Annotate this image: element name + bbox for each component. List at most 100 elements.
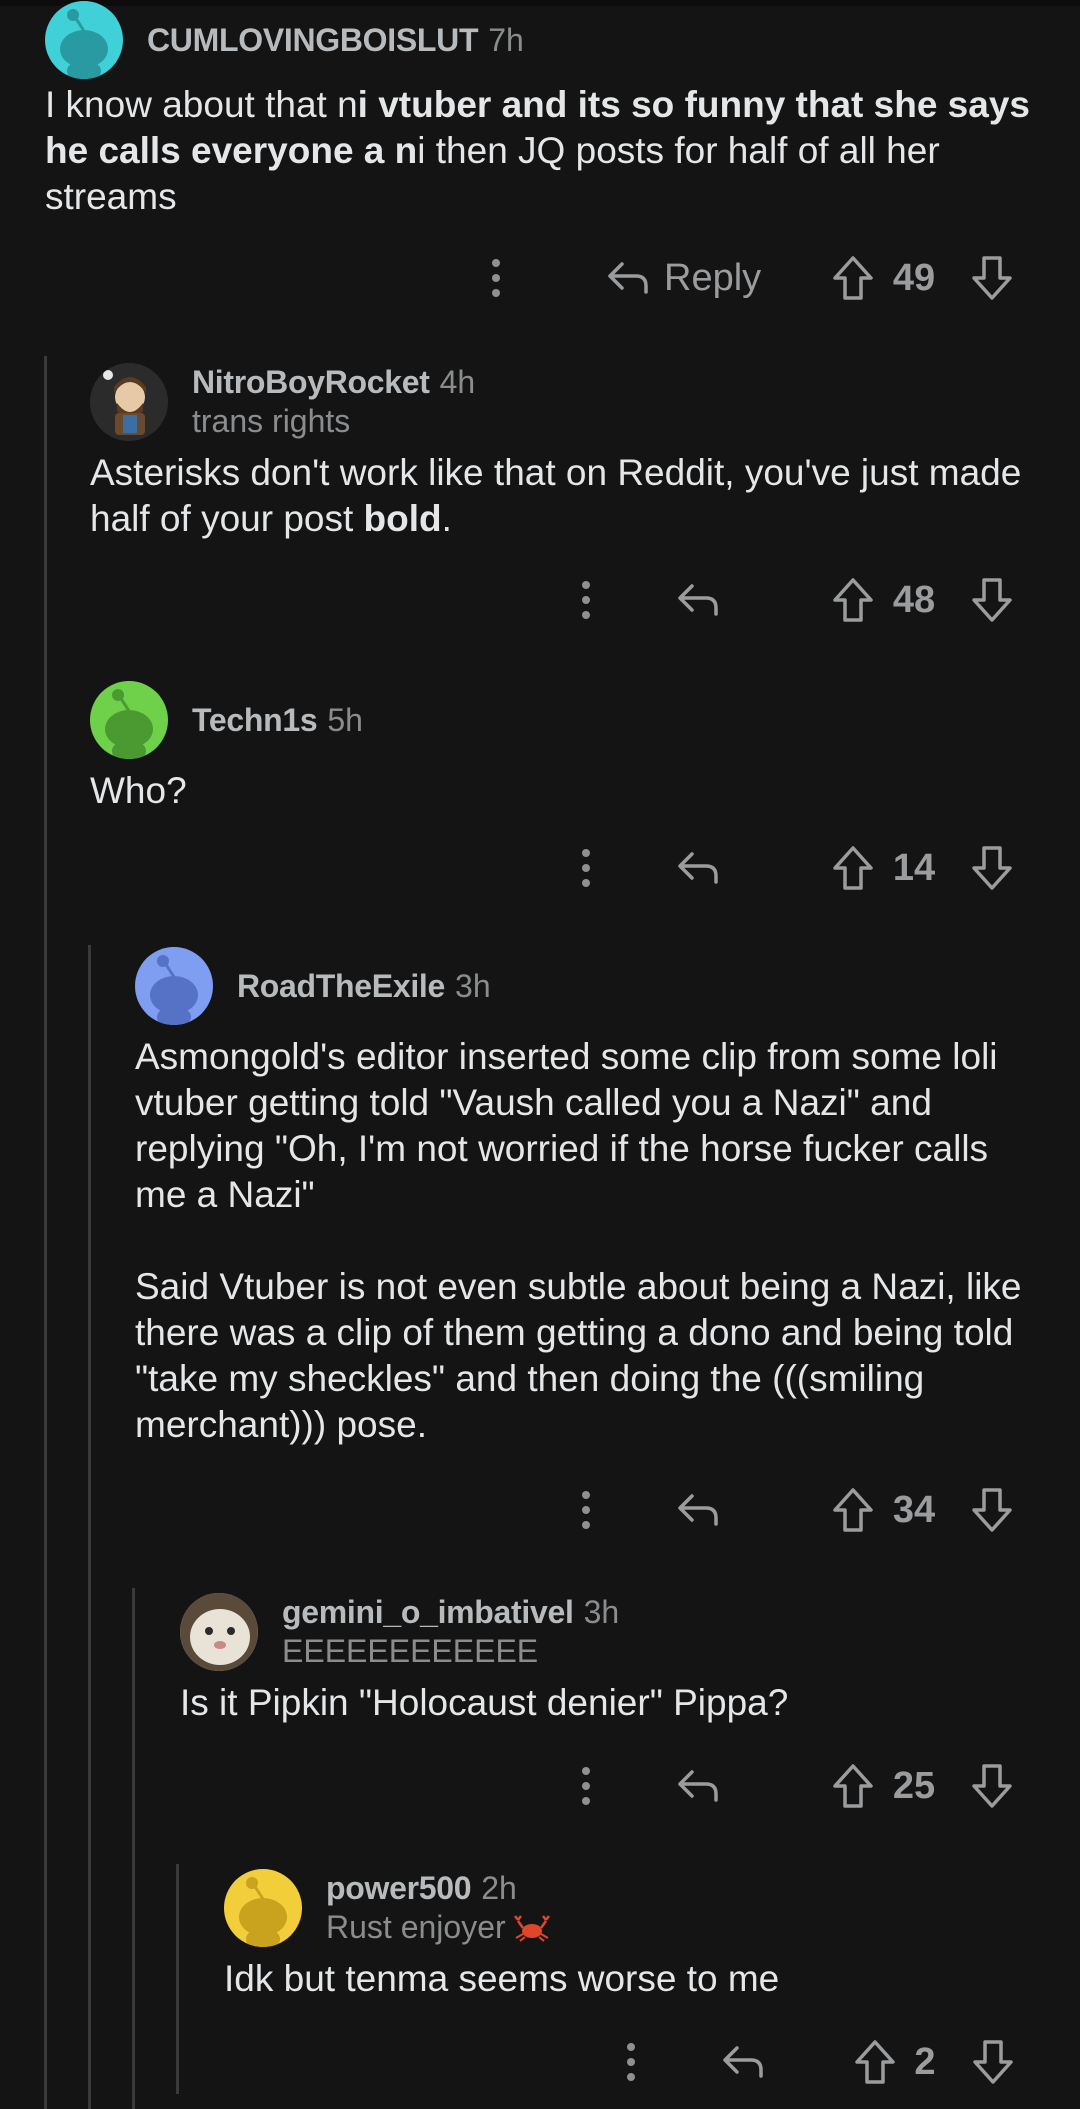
more-options-icon[interactable]	[566, 838, 606, 898]
more-options-icon[interactable]	[611, 2032, 651, 2092]
comment-age: 7h	[488, 21, 524, 58]
upvote-button[interactable]	[831, 845, 875, 891]
upvote-icon	[833, 578, 873, 622]
upvote-button[interactable]	[831, 1763, 875, 1809]
upvote-icon	[833, 1488, 873, 1532]
username[interactable]: NitroBoyRocket	[192, 364, 430, 401]
vote-score: 34	[892, 1488, 936, 1531]
reply-arrow-icon	[608, 262, 648, 294]
comment-age: 3h	[583, 1594, 620, 1630]
reply-arrow-icon	[678, 1770, 718, 1802]
comment-actions: 2	[611, 2032, 1036, 2092]
reply-button[interactable]	[721, 2044, 765, 2080]
downvote-icon	[972, 846, 1012, 890]
user-flair: Rust enjoyer	[326, 1909, 552, 1946]
upvote-icon	[833, 846, 873, 890]
vote-score: 25	[892, 1764, 936, 1807]
comment: CUMLOVINGBOISLUT 7h I know about that ni…	[45, 0, 1036, 320]
reply-button[interactable]	[676, 850, 720, 886]
snoo-avatar-icon	[105, 689, 153, 759]
comment-age: 4h	[439, 364, 476, 400]
downvote-icon	[972, 1764, 1012, 1808]
snoo-avatar-icon	[150, 955, 198, 1025]
upvote-button[interactable]	[831, 255, 875, 301]
vote-score: 14	[892, 846, 936, 889]
comment-age: 5h	[327, 701, 363, 738]
thread-line-level-1[interactable]	[44, 356, 47, 2109]
crab-icon	[513, 1914, 550, 1942]
downvote-button[interactable]	[970, 577, 1014, 623]
upvote-button[interactable]	[831, 577, 875, 623]
more-options-icon[interactable]	[566, 1480, 606, 1540]
username[interactable]: RoadTheExile	[237, 968, 445, 1005]
downvote-icon	[972, 1488, 1012, 1532]
vote-score: 2	[914, 2040, 936, 2083]
snoo-avatar-icon	[60, 9, 108, 79]
user-flair: EEEEEEEEEEEE	[282, 1633, 539, 1669]
comment-age: 3h	[455, 967, 491, 1004]
reply-arrow-icon	[678, 852, 718, 884]
comment-age: 2h	[481, 1870, 517, 1906]
reply-button[interactable]: Reply	[606, 257, 761, 300]
comment: power500 2h Rust enjoyer Idk but tenma s…	[224, 1868, 1036, 2109]
avatar[interactable]	[224, 1869, 302, 1947]
comment-body: Asterisks don't work like that on Reddit…	[90, 452, 1022, 539]
upvote-button[interactable]	[831, 1487, 875, 1533]
user-flair: trans rights	[192, 403, 351, 439]
reply-arrow-icon	[723, 2046, 763, 2078]
comment-body: Idk but tenma seems worse to me	[224, 1958, 780, 1999]
downvote-icon	[972, 256, 1012, 300]
comment-body: Asmongold's editor inserted some clip fr…	[135, 1034, 1036, 1448]
comment: gemini_o_imbativel 3h EEEEEEEEEEEE Is it…	[180, 1592, 1036, 1832]
downvote-button[interactable]	[970, 255, 1014, 301]
comment: NitroBoyRocket 4h trans rights Asterisks…	[90, 362, 1036, 642]
username[interactable]: power500	[326, 1870, 472, 1907]
username[interactable]: CUMLOVINGBOISLUT	[147, 22, 478, 59]
avatar[interactable]	[180, 1593, 258, 1671]
vote-score: 49	[892, 256, 936, 299]
reply-arrow-icon	[678, 1494, 718, 1526]
avatar[interactable]	[90, 363, 168, 441]
comment-paragraph: Asmongold's editor inserted some clip fr…	[135, 1036, 998, 1215]
upvote-icon	[833, 1764, 873, 1808]
avatar[interactable]	[45, 1, 123, 79]
downvote-icon	[973, 2040, 1013, 2084]
reply-button[interactable]	[676, 582, 720, 618]
upvote-button[interactable]	[853, 2039, 897, 2085]
comment: RoadTheExile 3h Asmongold's editor inser…	[135, 946, 1036, 1546]
reply-arrow-icon	[678, 584, 718, 616]
avatar[interactable]	[90, 681, 168, 759]
avatar[interactable]	[135, 947, 213, 1025]
thread-line-level-4[interactable]	[176, 1864, 179, 2094]
thread-line-level-3[interactable]	[132, 1588, 135, 2109]
comment-body: Is it Pipkin "Holocaust denier" Pippa?	[180, 1682, 789, 1723]
more-options-icon[interactable]	[476, 248, 516, 308]
downvote-button[interactable]	[971, 2039, 1015, 2085]
upvote-icon	[833, 256, 873, 300]
reply-button[interactable]	[676, 1768, 720, 1804]
comment-actions: 25	[566, 1756, 1036, 1816]
username[interactable]: Techn1s	[192, 702, 318, 739]
comment-paragraph: Said Vtuber is not even subtle about bei…	[135, 1266, 1022, 1445]
upvote-icon	[855, 2040, 895, 2084]
more-options-icon[interactable]	[566, 1756, 606, 1816]
downvote-button[interactable]	[970, 845, 1014, 891]
thread-line-level-2[interactable]	[88, 945, 91, 2109]
more-options-icon[interactable]	[566, 570, 606, 630]
snoo-avatar-icon	[239, 1877, 287, 1947]
flair-text: Rust enjoyer	[326, 1909, 506, 1945]
vote-score: 48	[892, 578, 936, 621]
username[interactable]: gemini_o_imbativel	[282, 1594, 574, 1631]
custom-avatar-icon	[90, 363, 168, 441]
cat-photo-avatar-icon	[180, 1593, 258, 1671]
reply-label: Reply	[664, 256, 762, 299]
downvote-icon	[972, 578, 1012, 622]
comment-actions: 48	[566, 570, 1036, 630]
reply-button[interactable]	[676, 1492, 720, 1528]
downvote-button[interactable]	[970, 1763, 1014, 1809]
comment-body: I know about that ni vtuber and its so f…	[45, 84, 1030, 217]
comment-actions: Reply 49	[476, 248, 1036, 308]
downvote-button[interactable]	[970, 1487, 1014, 1533]
comment-actions: 34	[566, 1480, 1036, 1540]
comment-actions: 14	[566, 838, 1036, 898]
